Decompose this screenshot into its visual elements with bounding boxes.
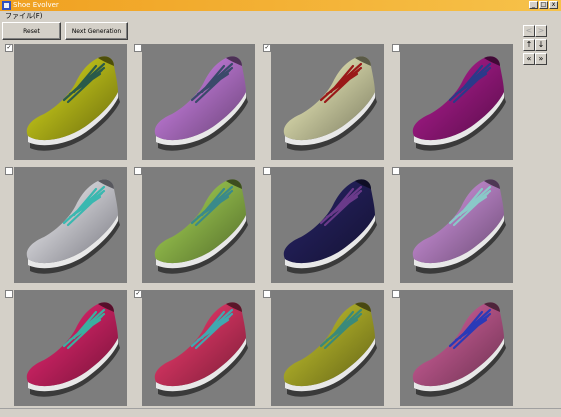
select-checkbox[interactable] [134, 167, 142, 175]
shoe-cell[interactable] [14, 167, 127, 283]
next-generation-button[interactable]: Next Generation [65, 22, 128, 40]
window-title: Shoe Evolver [13, 1, 59, 9]
select-checkbox[interactable] [392, 44, 400, 52]
window-controls: _ □ x [529, 1, 558, 9]
shoe-cell[interactable] [14, 44, 127, 160]
maximize-button[interactable]: □ [539, 1, 548, 9]
shoe-cell[interactable] [142, 290, 255, 406]
select-checkbox[interactable]: ✓ [5, 44, 13, 52]
close-button[interactable]: x [549, 1, 558, 9]
select-checkbox[interactable] [134, 44, 142, 52]
shoe-image [154, 56, 248, 151]
shoe-image [412, 302, 506, 397]
shoe-cell[interactable] [271, 44, 384, 160]
shoe-cell[interactable] [271, 290, 384, 406]
shoe-image [154, 179, 248, 274]
app-icon [2, 1, 11, 10]
select-checkbox[interactable] [263, 167, 271, 175]
select-checkbox[interactable] [263, 290, 271, 298]
shoe-cell[interactable] [271, 167, 384, 283]
select-checkbox[interactable]: ✓ [134, 290, 142, 298]
shoe-image [26, 56, 120, 151]
select-checkbox[interactable]: ✓ [263, 44, 271, 52]
shoe-image [412, 56, 506, 151]
reset-button[interactable]: Reset [2, 22, 61, 40]
shoe-image [26, 302, 120, 397]
select-checkbox[interactable] [392, 290, 400, 298]
shoe-cell[interactable] [14, 290, 127, 406]
select-checkbox[interactable] [392, 167, 400, 175]
next-button[interactable]: > [535, 25, 547, 37]
select-checkbox[interactable] [5, 290, 13, 298]
shoe-image [26, 179, 120, 274]
shoe-cell[interactable] [400, 167, 513, 283]
shoe-cell[interactable] [400, 290, 513, 406]
shoe-image [154, 302, 248, 397]
shoe-cell[interactable] [142, 44, 255, 160]
menu-bar: ファイル(F) [0, 11, 561, 21]
prev-button[interactable]: < [523, 25, 535, 37]
shoe-cell[interactable] [400, 44, 513, 160]
select-checkbox[interactable] [5, 167, 13, 175]
first-button[interactable]: « [523, 53, 535, 65]
shoe-cell[interactable] [142, 167, 255, 283]
down-button[interactable]: ↓ [535, 39, 547, 51]
menu-file[interactable]: ファイル(F) [5, 11, 43, 21]
shoe-image [283, 56, 377, 151]
navigation-pad: < > ↑ ↓ « » [521, 23, 549, 69]
minimize-button[interactable]: _ [529, 1, 538, 9]
up-button[interactable]: ↑ [523, 39, 535, 51]
shoe-image [283, 179, 377, 274]
shoe-image [412, 179, 506, 274]
shoe-image [283, 302, 377, 397]
last-button[interactable]: » [535, 53, 547, 65]
title-bar: Shoe Evolver _ □ x [0, 0, 561, 11]
